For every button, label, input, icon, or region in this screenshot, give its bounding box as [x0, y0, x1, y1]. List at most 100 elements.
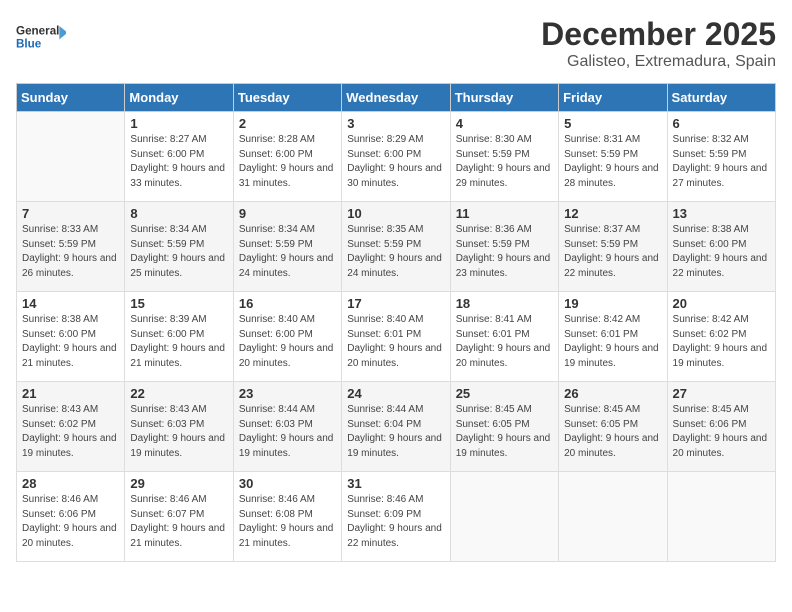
calendar-cell: 27 Sunrise: 8:45 AM Sunset: 6:06 PM Dayl… — [667, 382, 775, 472]
week-row-4: 21 Sunrise: 8:43 AM Sunset: 6:02 PM Dayl… — [17, 382, 776, 472]
day-number: 1 — [130, 116, 227, 131]
calendar-table: SundayMondayTuesdayWednesdayThursdayFrid… — [16, 83, 776, 562]
calendar-cell: 10 Sunrise: 8:35 AM Sunset: 5:59 PM Dayl… — [342, 202, 450, 292]
calendar-cell: 9 Sunrise: 8:34 AM Sunset: 5:59 PM Dayli… — [233, 202, 341, 292]
day-number: 29 — [130, 476, 227, 491]
calendar-cell — [559, 472, 667, 562]
day-number: 21 — [22, 386, 119, 401]
day-info: Sunrise: 8:45 AM Sunset: 6:06 PM Dayligh… — [673, 403, 770, 461]
calendar-cell: 30 Sunrise: 8:46 AM Sunset: 6:08 PM Dayl… — [233, 472, 341, 562]
svg-text:General: General — [16, 24, 59, 37]
day-info: Sunrise: 8:40 AM Sunset: 6:00 PM Dayligh… — [239, 313, 336, 371]
calendar-cell: 2 Sunrise: 8:28 AM Sunset: 6:00 PM Dayli… — [233, 112, 341, 202]
week-row-1: 1 Sunrise: 8:27 AM Sunset: 6:00 PM Dayli… — [17, 112, 776, 202]
calendar-cell: 7 Sunrise: 8:33 AM Sunset: 5:59 PM Dayli… — [17, 202, 125, 292]
day-info: Sunrise: 8:35 AM Sunset: 5:59 PM Dayligh… — [347, 223, 444, 281]
day-info: Sunrise: 8:43 AM Sunset: 6:02 PM Dayligh… — [22, 403, 119, 461]
calendar-cell: 11 Sunrise: 8:36 AM Sunset: 5:59 PM Dayl… — [450, 202, 558, 292]
day-number: 24 — [347, 386, 444, 401]
day-info: Sunrise: 8:42 AM Sunset: 6:02 PM Dayligh… — [673, 313, 770, 371]
day-number: 4 — [456, 116, 553, 131]
calendar-cell: 6 Sunrise: 8:32 AM Sunset: 5:59 PM Dayli… — [667, 112, 775, 202]
calendar-cell: 29 Sunrise: 8:46 AM Sunset: 6:07 PM Dayl… — [125, 472, 233, 562]
calendar-cell: 19 Sunrise: 8:42 AM Sunset: 6:01 PM Dayl… — [559, 292, 667, 382]
day-info: Sunrise: 8:40 AM Sunset: 6:01 PM Dayligh… — [347, 313, 444, 371]
logo: General Blue — [16, 16, 66, 56]
title-area: December 2025 Galisteo, Extremadura, Spa… — [541, 16, 776, 71]
calendar-cell: 17 Sunrise: 8:40 AM Sunset: 6:01 PM Dayl… — [342, 292, 450, 382]
calendar-cell: 18 Sunrise: 8:41 AM Sunset: 6:01 PM Dayl… — [450, 292, 558, 382]
day-info: Sunrise: 8:33 AM Sunset: 5:59 PM Dayligh… — [22, 223, 119, 281]
calendar-cell: 31 Sunrise: 8:46 AM Sunset: 6:09 PM Dayl… — [342, 472, 450, 562]
calendar-cell: 13 Sunrise: 8:38 AM Sunset: 6:00 PM Dayl… — [667, 202, 775, 292]
day-info: Sunrise: 8:38 AM Sunset: 6:00 PM Dayligh… — [22, 313, 119, 371]
day-info: Sunrise: 8:45 AM Sunset: 6:05 PM Dayligh… — [564, 403, 661, 461]
day-number: 11 — [456, 206, 553, 221]
day-number: 17 — [347, 296, 444, 311]
day-info: Sunrise: 8:46 AM Sunset: 6:07 PM Dayligh… — [130, 493, 227, 551]
calendar-cell: 25 Sunrise: 8:45 AM Sunset: 6:05 PM Dayl… — [450, 382, 558, 472]
day-number: 15 — [130, 296, 227, 311]
weekday-header-sunday: Sunday — [17, 84, 125, 112]
day-number: 23 — [239, 386, 336, 401]
week-row-3: 14 Sunrise: 8:38 AM Sunset: 6:00 PM Dayl… — [17, 292, 776, 382]
day-number: 10 — [347, 206, 444, 221]
weekday-header-monday: Monday — [125, 84, 233, 112]
calendar-cell: 5 Sunrise: 8:31 AM Sunset: 5:59 PM Dayli… — [559, 112, 667, 202]
day-number: 3 — [347, 116, 444, 131]
day-info: Sunrise: 8:30 AM Sunset: 5:59 PM Dayligh… — [456, 133, 553, 191]
day-info: Sunrise: 8:27 AM Sunset: 6:00 PM Dayligh… — [130, 133, 227, 191]
day-info: Sunrise: 8:43 AM Sunset: 6:03 PM Dayligh… — [130, 403, 227, 461]
day-number: 14 — [22, 296, 119, 311]
day-info: Sunrise: 8:42 AM Sunset: 6:01 PM Dayligh… — [564, 313, 661, 371]
day-info: Sunrise: 8:41 AM Sunset: 6:01 PM Dayligh… — [456, 313, 553, 371]
calendar-cell: 12 Sunrise: 8:37 AM Sunset: 5:59 PM Dayl… — [559, 202, 667, 292]
calendar-cell: 21 Sunrise: 8:43 AM Sunset: 6:02 PM Dayl… — [17, 382, 125, 472]
location-title: Galisteo, Extremadura, Spain — [541, 53, 776, 71]
day-info: Sunrise: 8:44 AM Sunset: 6:03 PM Dayligh… — [239, 403, 336, 461]
calendar-cell: 3 Sunrise: 8:29 AM Sunset: 6:00 PM Dayli… — [342, 112, 450, 202]
day-number: 5 — [564, 116, 661, 131]
calendar-cell — [450, 472, 558, 562]
weekday-header-row: SundayMondayTuesdayWednesdayThursdayFrid… — [17, 84, 776, 112]
calendar-cell: 14 Sunrise: 8:38 AM Sunset: 6:00 PM Dayl… — [17, 292, 125, 382]
weekday-header-wednesday: Wednesday — [342, 84, 450, 112]
day-info: Sunrise: 8:46 AM Sunset: 6:08 PM Dayligh… — [239, 493, 336, 551]
day-info: Sunrise: 8:44 AM Sunset: 6:04 PM Dayligh… — [347, 403, 444, 461]
day-number: 8 — [130, 206, 227, 221]
day-info: Sunrise: 8:28 AM Sunset: 6:00 PM Dayligh… — [239, 133, 336, 191]
day-number: 27 — [673, 386, 770, 401]
calendar-cell: 8 Sunrise: 8:34 AM Sunset: 5:59 PM Dayli… — [125, 202, 233, 292]
day-info: Sunrise: 8:46 AM Sunset: 6:09 PM Dayligh… — [347, 493, 444, 551]
day-number: 20 — [673, 296, 770, 311]
calendar-cell: 15 Sunrise: 8:39 AM Sunset: 6:00 PM Dayl… — [125, 292, 233, 382]
day-number: 13 — [673, 206, 770, 221]
day-number: 2 — [239, 116, 336, 131]
day-number: 31 — [347, 476, 444, 491]
calendar-cell: 4 Sunrise: 8:30 AM Sunset: 5:59 PM Dayli… — [450, 112, 558, 202]
calendar-cell: 16 Sunrise: 8:40 AM Sunset: 6:00 PM Dayl… — [233, 292, 341, 382]
day-info: Sunrise: 8:38 AM Sunset: 6:00 PM Dayligh… — [673, 223, 770, 281]
logo-svg: General Blue — [16, 16, 66, 56]
calendar-cell: 22 Sunrise: 8:43 AM Sunset: 6:03 PM Dayl… — [125, 382, 233, 472]
day-info: Sunrise: 8:36 AM Sunset: 5:59 PM Dayligh… — [456, 223, 553, 281]
weekday-header-friday: Friday — [559, 84, 667, 112]
day-number: 18 — [456, 296, 553, 311]
calendar-cell: 26 Sunrise: 8:45 AM Sunset: 6:05 PM Dayl… — [559, 382, 667, 472]
day-info: Sunrise: 8:39 AM Sunset: 6:00 PM Dayligh… — [130, 313, 227, 371]
svg-text:Blue: Blue — [16, 38, 42, 51]
day-number: 12 — [564, 206, 661, 221]
day-info: Sunrise: 8:34 AM Sunset: 5:59 PM Dayligh… — [130, 223, 227, 281]
calendar-cell: 1 Sunrise: 8:27 AM Sunset: 6:00 PM Dayli… — [125, 112, 233, 202]
day-number: 6 — [673, 116, 770, 131]
day-info: Sunrise: 8:46 AM Sunset: 6:06 PM Dayligh… — [22, 493, 119, 551]
day-info: Sunrise: 8:37 AM Sunset: 5:59 PM Dayligh… — [564, 223, 661, 281]
month-title: December 2025 — [541, 16, 776, 53]
week-row-2: 7 Sunrise: 8:33 AM Sunset: 5:59 PM Dayli… — [17, 202, 776, 292]
calendar-cell — [667, 472, 775, 562]
day-info: Sunrise: 8:34 AM Sunset: 5:59 PM Dayligh… — [239, 223, 336, 281]
calendar-cell: 28 Sunrise: 8:46 AM Sunset: 6:06 PM Dayl… — [17, 472, 125, 562]
day-info: Sunrise: 8:45 AM Sunset: 6:05 PM Dayligh… — [456, 403, 553, 461]
weekday-header-thursday: Thursday — [450, 84, 558, 112]
day-number: 22 — [130, 386, 227, 401]
